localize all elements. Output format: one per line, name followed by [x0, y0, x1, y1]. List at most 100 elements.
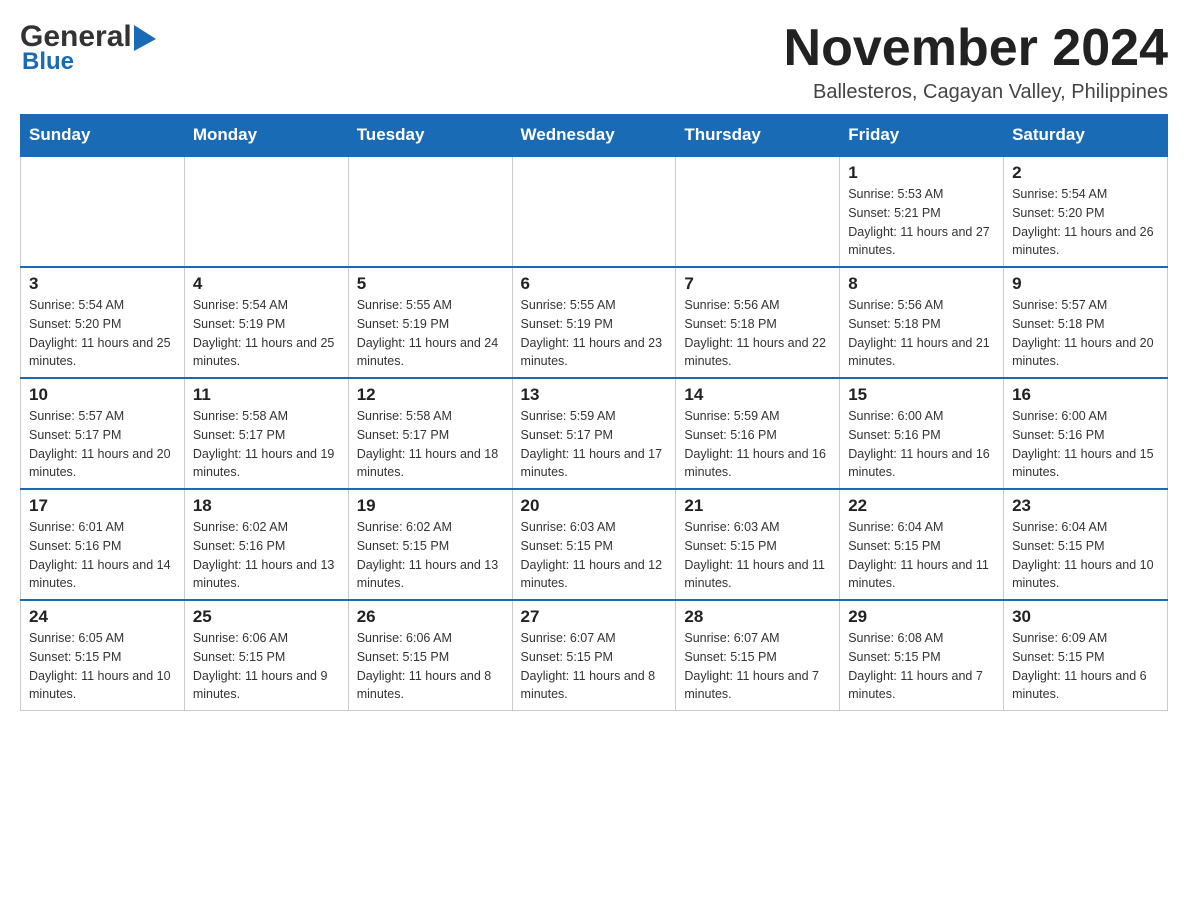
- day-info: Sunrise: 6:07 AMSunset: 5:15 PMDaylight:…: [521, 629, 668, 704]
- logo-area: General Blue: [20, 20, 156, 76]
- calendar-day-cell: [348, 156, 512, 267]
- day-info: Sunrise: 5:59 AMSunset: 5:16 PMDaylight:…: [684, 407, 831, 482]
- calendar-day-cell: [21, 156, 185, 267]
- calendar-day-cell: 17Sunrise: 6:01 AMSunset: 5:16 PMDayligh…: [21, 489, 185, 600]
- calendar-day-cell: 11Sunrise: 5:58 AMSunset: 5:17 PMDayligh…: [184, 378, 348, 489]
- day-number: 18: [193, 496, 340, 516]
- calendar-day-cell: 12Sunrise: 5:58 AMSunset: 5:17 PMDayligh…: [348, 378, 512, 489]
- day-number: 3: [29, 274, 176, 294]
- calendar-day-cell: 23Sunrise: 6:04 AMSunset: 5:15 PMDayligh…: [1004, 489, 1168, 600]
- day-number: 30: [1012, 607, 1159, 627]
- day-info: Sunrise: 6:01 AMSunset: 5:16 PMDaylight:…: [29, 518, 176, 593]
- calendar-day-cell: 18Sunrise: 6:02 AMSunset: 5:16 PMDayligh…: [184, 489, 348, 600]
- calendar-header-friday: Friday: [840, 115, 1004, 157]
- day-number: 23: [1012, 496, 1159, 516]
- calendar-header-saturday: Saturday: [1004, 115, 1168, 157]
- day-info: Sunrise: 6:03 AMSunset: 5:15 PMDaylight:…: [684, 518, 831, 593]
- calendar-day-cell: 3Sunrise: 5:54 AMSunset: 5:20 PMDaylight…: [21, 267, 185, 378]
- day-info: Sunrise: 6:09 AMSunset: 5:15 PMDaylight:…: [1012, 629, 1159, 704]
- day-number: 8: [848, 274, 995, 294]
- day-info: Sunrise: 6:07 AMSunset: 5:15 PMDaylight:…: [684, 629, 831, 704]
- day-number: 7: [684, 274, 831, 294]
- calendar-header-thursday: Thursday: [676, 115, 840, 157]
- day-number: 11: [193, 385, 340, 405]
- day-info: Sunrise: 5:55 AMSunset: 5:19 PMDaylight:…: [357, 296, 504, 371]
- calendar-day-cell: 16Sunrise: 6:00 AMSunset: 5:16 PMDayligh…: [1004, 378, 1168, 489]
- month-title: November 2024: [784, 20, 1168, 77]
- day-info: Sunrise: 5:54 AMSunset: 5:20 PMDaylight:…: [1012, 185, 1159, 260]
- day-info: Sunrise: 6:02 AMSunset: 5:15 PMDaylight:…: [357, 518, 504, 593]
- day-number: 26: [357, 607, 504, 627]
- calendar-header-wednesday: Wednesday: [512, 115, 676, 157]
- location-title: Ballesteros, Cagayan Valley, Philippines: [784, 81, 1168, 104]
- day-info: Sunrise: 5:53 AMSunset: 5:21 PMDaylight:…: [848, 185, 995, 260]
- logo-blue-text: Blue: [20, 48, 74, 76]
- day-info: Sunrise: 6:04 AMSunset: 5:15 PMDaylight:…: [1012, 518, 1159, 593]
- calendar-week-row: 3Sunrise: 5:54 AMSunset: 5:20 PMDaylight…: [21, 267, 1168, 378]
- calendar-day-cell: 9Sunrise: 5:57 AMSunset: 5:18 PMDaylight…: [1004, 267, 1168, 378]
- calendar-day-cell: 13Sunrise: 5:59 AMSunset: 5:17 PMDayligh…: [512, 378, 676, 489]
- calendar-week-row: 10Sunrise: 5:57 AMSunset: 5:17 PMDayligh…: [21, 378, 1168, 489]
- day-info: Sunrise: 6:06 AMSunset: 5:15 PMDaylight:…: [357, 629, 504, 704]
- calendar-week-row: 17Sunrise: 6:01 AMSunset: 5:16 PMDayligh…: [21, 489, 1168, 600]
- day-number: 10: [29, 385, 176, 405]
- day-info: Sunrise: 5:56 AMSunset: 5:18 PMDaylight:…: [684, 296, 831, 371]
- calendar-day-cell: 27Sunrise: 6:07 AMSunset: 5:15 PMDayligh…: [512, 600, 676, 711]
- calendar-day-cell: [676, 156, 840, 267]
- calendar-day-cell: 19Sunrise: 6:02 AMSunset: 5:15 PMDayligh…: [348, 489, 512, 600]
- title-area: November 2024 Ballesteros, Cagayan Valle…: [784, 20, 1168, 104]
- calendar-table: SundayMondayTuesdayWednesdayThursdayFrid…: [20, 114, 1168, 711]
- day-number: 9: [1012, 274, 1159, 294]
- calendar-header-monday: Monday: [184, 115, 348, 157]
- day-number: 24: [29, 607, 176, 627]
- calendar-week-row: 1Sunrise: 5:53 AMSunset: 5:21 PMDaylight…: [21, 156, 1168, 267]
- calendar-day-cell: 14Sunrise: 5:59 AMSunset: 5:16 PMDayligh…: [676, 378, 840, 489]
- day-number: 17: [29, 496, 176, 516]
- day-info: Sunrise: 5:58 AMSunset: 5:17 PMDaylight:…: [357, 407, 504, 482]
- calendar-day-cell: 28Sunrise: 6:07 AMSunset: 5:15 PMDayligh…: [676, 600, 840, 711]
- day-info: Sunrise: 5:55 AMSunset: 5:19 PMDaylight:…: [521, 296, 668, 371]
- day-number: 29: [848, 607, 995, 627]
- calendar-day-cell: 10Sunrise: 5:57 AMSunset: 5:17 PMDayligh…: [21, 378, 185, 489]
- calendar-day-cell: 7Sunrise: 5:56 AMSunset: 5:18 PMDaylight…: [676, 267, 840, 378]
- day-number: 22: [848, 496, 995, 516]
- calendar-day-cell: 4Sunrise: 5:54 AMSunset: 5:19 PMDaylight…: [184, 267, 348, 378]
- calendar-day-cell: 6Sunrise: 5:55 AMSunset: 5:19 PMDaylight…: [512, 267, 676, 378]
- day-info: Sunrise: 5:54 AMSunset: 5:20 PMDaylight:…: [29, 296, 176, 371]
- calendar-day-cell: 15Sunrise: 6:00 AMSunset: 5:16 PMDayligh…: [840, 378, 1004, 489]
- calendar-day-cell: 26Sunrise: 6:06 AMSunset: 5:15 PMDayligh…: [348, 600, 512, 711]
- day-number: 14: [684, 385, 831, 405]
- calendar-day-cell: 30Sunrise: 6:09 AMSunset: 5:15 PMDayligh…: [1004, 600, 1168, 711]
- calendar-day-cell: [512, 156, 676, 267]
- day-number: 28: [684, 607, 831, 627]
- calendar-day-cell: [184, 156, 348, 267]
- day-number: 15: [848, 385, 995, 405]
- day-number: 4: [193, 274, 340, 294]
- day-number: 20: [521, 496, 668, 516]
- calendar-day-cell: 22Sunrise: 6:04 AMSunset: 5:15 PMDayligh…: [840, 489, 1004, 600]
- calendar-header-sunday: Sunday: [21, 115, 185, 157]
- logo-triangle-icon: [134, 25, 156, 51]
- day-info: Sunrise: 5:59 AMSunset: 5:17 PMDaylight:…: [521, 407, 668, 482]
- day-info: Sunrise: 5:58 AMSunset: 5:17 PMDaylight:…: [193, 407, 340, 482]
- day-number: 27: [521, 607, 668, 627]
- day-info: Sunrise: 6:02 AMSunset: 5:16 PMDaylight:…: [193, 518, 340, 593]
- day-number: 25: [193, 607, 340, 627]
- calendar-header-tuesday: Tuesday: [348, 115, 512, 157]
- calendar-day-cell: 8Sunrise: 5:56 AMSunset: 5:18 PMDaylight…: [840, 267, 1004, 378]
- day-info: Sunrise: 6:00 AMSunset: 5:16 PMDaylight:…: [1012, 407, 1159, 482]
- page-header: General Blue November 2024 Ballesteros, …: [20, 20, 1168, 104]
- day-number: 21: [684, 496, 831, 516]
- day-info: Sunrise: 5:57 AMSunset: 5:17 PMDaylight:…: [29, 407, 176, 482]
- calendar-day-cell: 20Sunrise: 6:03 AMSunset: 5:15 PMDayligh…: [512, 489, 676, 600]
- calendar-day-cell: 24Sunrise: 6:05 AMSunset: 5:15 PMDayligh…: [21, 600, 185, 711]
- day-info: Sunrise: 6:00 AMSunset: 5:16 PMDaylight:…: [848, 407, 995, 482]
- day-number: 5: [357, 274, 504, 294]
- calendar-day-cell: 21Sunrise: 6:03 AMSunset: 5:15 PMDayligh…: [676, 489, 840, 600]
- calendar-day-cell: 2Sunrise: 5:54 AMSunset: 5:20 PMDaylight…: [1004, 156, 1168, 267]
- calendar-week-row: 24Sunrise: 6:05 AMSunset: 5:15 PMDayligh…: [21, 600, 1168, 711]
- calendar-header-row: SundayMondayTuesdayWednesdayThursdayFrid…: [21, 115, 1168, 157]
- day-info: Sunrise: 5:57 AMSunset: 5:18 PMDaylight:…: [1012, 296, 1159, 371]
- day-number: 12: [357, 385, 504, 405]
- day-info: Sunrise: 6:06 AMSunset: 5:15 PMDaylight:…: [193, 629, 340, 704]
